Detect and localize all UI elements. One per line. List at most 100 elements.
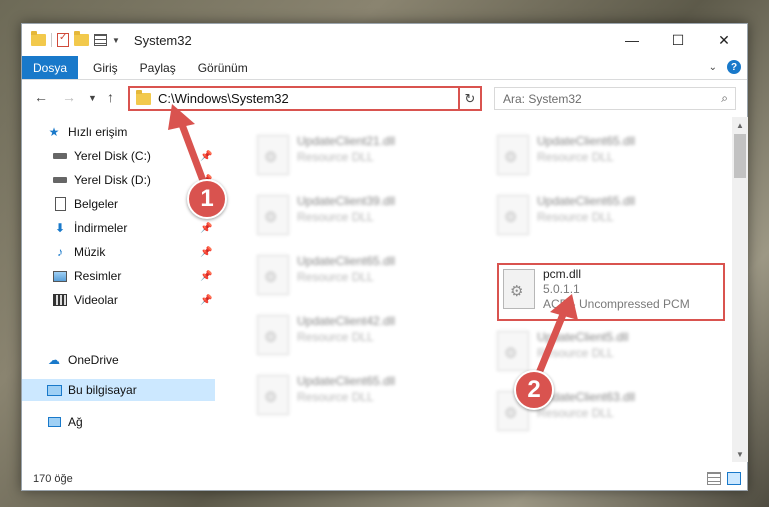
pin-icon[interactable]: 📌 <box>200 247 212 258</box>
maximize-button[interactable]: ☐ <box>655 24 701 56</box>
refresh-button[interactable]: ↻ <box>458 86 482 111</box>
tab-view[interactable]: Görünüm <box>187 56 259 79</box>
sidebar-item-quick-access[interactable]: ★ Hızlı erişim <box>22 121 215 143</box>
list-item[interactable]: UpdateClient39.dll Resource DLL <box>243 191 468 243</box>
sidebar-item-documents[interactable]: Belgeler 📌 <box>22 193 215 215</box>
sidebar-item-downloads[interactable]: ⬇ İndirmeler 📌 <box>22 217 215 239</box>
back-arrow-icon[interactable]: ← <box>34 89 48 105</box>
pin-icon[interactable]: 📌 <box>200 151 212 162</box>
minimize-button[interactable]: — <box>609 24 655 56</box>
customize-toolbar-chevron-icon[interactable]: ▼ <box>112 36 120 45</box>
dll-file-icon <box>497 135 529 175</box>
forward-arrow-icon[interactable]: → <box>62 89 76 105</box>
list-item[interactable]: UpdateClient65.dll Resource DLL <box>243 371 468 423</box>
tab-file[interactable]: Dosya <box>22 56 78 79</box>
search-placeholder: Ara: System32 <box>503 91 582 106</box>
up-arrow-icon[interactable]: ↑ <box>107 89 114 105</box>
sidebar-item-local-disk-c[interactable]: Yerel Disk (C:) 📌 <box>22 145 215 167</box>
tab-home[interactable]: Giriş <box>82 56 129 79</box>
search-icon[interactable]: ⌕ <box>721 91 728 106</box>
window-controls: — ☐ ✕ <box>609 24 747 56</box>
pin-icon[interactable]: 📌 <box>200 223 212 234</box>
explorer-window: ▼ System32 — ☐ ✕ Dosya Giriş Paylaş Görü… <box>21 23 748 491</box>
status-bar: 170 öğe <box>22 467 747 491</box>
address-row: ← → ▼ ↑ C:\Windows\System32 ⌄ ↻ Ara: Sys… <box>22 81 747 117</box>
file-name: UpdateClient65.dll <box>297 374 396 388</box>
view-buttons <box>707 472 741 485</box>
list-item[interactable]: UpdateClient65.dll Resource DLL <box>483 131 708 183</box>
list-item[interactable]: UpdateClient21.dll Resource DLL <box>243 131 468 183</box>
file-description: Resource DLL <box>537 210 614 224</box>
properties-icon[interactable] <box>57 32 69 47</box>
help-icon[interactable]: ? <box>727 60 741 74</box>
sidebar-item-label: Belgeler <box>74 197 119 211</box>
large-icons-view-icon[interactable] <box>727 472 741 485</box>
drive-icon <box>52 149 68 163</box>
sidebar-item-network[interactable]: Ağ <box>22 411 215 433</box>
address-path[interactable]: C:\Windows\System32 <box>158 91 289 106</box>
list-item-pcm-dll[interactable]: pcm.dll 5.0.1.1 ACD - Uncompressed PCM <box>497 263 725 321</box>
address-folder-icon <box>136 89 151 105</box>
search-input[interactable]: Ara: System32 ⌕ <box>494 87 736 110</box>
ribbon-tabs: Dosya Giriş Paylaş Görünüm ⌄ ? <box>22 56 747 80</box>
sidebar-item-this-pc[interactable]: Bu bilgisayar <box>22 379 215 401</box>
file-list: UpdateClient21.dll Resource DLL UpdateCli… <box>227 117 732 457</box>
pin-icon[interactable]: 📌 <box>200 271 212 282</box>
recent-locations-chevron-icon[interactable]: ▼ <box>88 93 97 103</box>
file-description: Resource DLL <box>537 406 614 420</box>
cloud-icon: ☁ <box>48 353 60 367</box>
file-description: Resource DLL <box>297 390 374 404</box>
sidebar-item-label: İndirmeler <box>74 221 128 235</box>
drive-icon <box>52 173 68 187</box>
file-name: UpdateClient39.dll <box>297 194 396 208</box>
expand-ribbon-chevron-icon[interactable]: ⌄ <box>709 62 717 73</box>
window-title: System32 <box>133 32 192 48</box>
sidebar-item-music[interactable]: ♪ Müzik 📌 <box>22 241 215 263</box>
computer-icon <box>46 383 62 397</box>
tab-share[interactable]: Paylaş <box>129 56 187 79</box>
file-name: UpdateClient65.dll <box>537 134 636 148</box>
pin-icon[interactable]: 📌 <box>200 295 212 306</box>
ribbon-right-controls: ⌄ ? <box>709 60 741 74</box>
sidebar-item-onedrive[interactable]: ☁ OneDrive <box>22 349 215 371</box>
sidebar-item-videos[interactable]: Videolar 📌 <box>22 289 215 311</box>
file-description: Resource DLL <box>297 270 374 284</box>
file-name: UpdateClient21.dll <box>297 134 396 148</box>
download-icon: ⬇ <box>54 221 66 235</box>
dll-file-icon <box>497 195 529 235</box>
address-bar[interactable]: C:\Windows\System32 ⌄ <box>128 86 480 111</box>
network-icon <box>46 415 62 429</box>
step-badge-2: 2 <box>514 370 554 410</box>
file-description: Resource DLL <box>297 210 374 224</box>
sidebar-item-label: Ağ <box>68 415 83 429</box>
list-item[interactable]: UpdateClient42.dll Resource DLL <box>243 311 468 363</box>
scroll-thumb[interactable] <box>734 134 746 178</box>
step-badge-1: 1 <box>187 179 227 219</box>
new-folder-icon[interactable] <box>74 31 89 46</box>
sidebar-item-pictures[interactable]: Resimler 📌 <box>22 265 215 287</box>
file-name: UpdateClient42.dll <box>297 314 396 328</box>
title-bar[interactable]: ▼ System32 — ☐ ✕ <box>22 24 747 56</box>
details-view-icon[interactable] <box>707 472 721 485</box>
view-options-icon[interactable] <box>94 34 107 46</box>
file-name: UpdateClient5.dll <box>537 330 629 344</box>
file-name: UpdateClient65.dll <box>297 254 396 268</box>
list-item[interactable]: UpdateClient5.dll Resource DLL <box>483 327 708 379</box>
dll-file-icon <box>257 315 289 355</box>
file-description: Resource DLL <box>297 150 374 164</box>
sidebar-item-label: Hızlı erişim <box>68 125 128 139</box>
sidebar-item-local-disk-d[interactable]: Yerel Disk (D:) 📌 <box>22 169 215 191</box>
file-description: Resource DLL <box>537 346 614 360</box>
folder-icon <box>31 31 46 46</box>
close-button[interactable]: ✕ <box>701 24 747 56</box>
file-description: ACD - Uncompressed PCM <box>543 297 690 311</box>
file-description: Resource DLL <box>537 150 614 164</box>
scroll-down-arrow-icon[interactable]: ▼ <box>732 446 748 462</box>
scroll-up-arrow-icon[interactable]: ▲ <box>732 117 748 133</box>
file-name: pcm.dll <box>543 267 582 281</box>
video-icon <box>52 293 68 307</box>
vertical-scrollbar[interactable]: ▲ ▼ <box>732 117 748 462</box>
list-item[interactable]: UpdateClient65.dll Resource DLL <box>243 251 468 303</box>
navigation-pane: ★ Hızlı erişim Yerel Disk (C:) 📌 Yerel D… <box>22 117 215 457</box>
list-item[interactable]: UpdateClient65.dll Resource DLL <box>483 191 708 243</box>
